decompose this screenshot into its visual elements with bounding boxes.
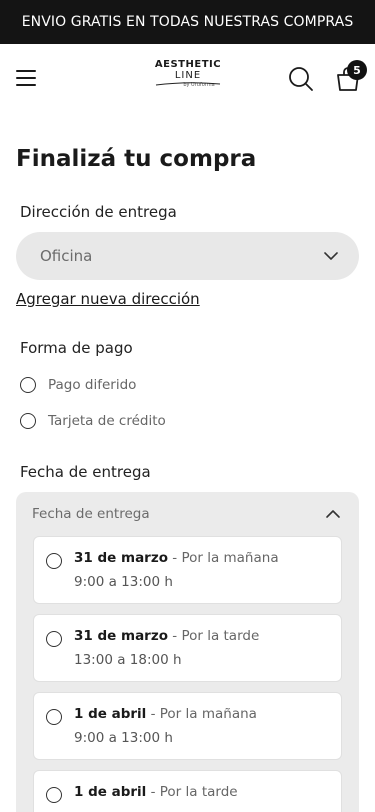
address-selected-value: Oficina — [40, 247, 93, 265]
delivery-slot[interactable]: 1 de abril - Por la tarde — [33, 770, 342, 812]
header: AESTHETIC LINE by Uruforma 5 — [0, 44, 375, 112]
delivery-slot[interactable]: 1 de abril - Por la mañana 9:00 a 13:00 … — [33, 692, 342, 760]
payment-option-deferred[interactable]: Pago diferido — [20, 377, 136, 393]
address-label: Dirección de entrega — [20, 203, 177, 221]
slot-period: - Por la mañana — [167, 550, 279, 566]
slot-title: 1 de abril - Por la tarde — [74, 784, 238, 800]
radio-button[interactable] — [46, 553, 62, 569]
slot-period: - Por la tarde — [167, 628, 260, 644]
radio-button[interactable] — [46, 787, 62, 803]
slot-period: - Por la mañana — [146, 706, 257, 722]
payment-label: Forma de pago — [20, 339, 133, 357]
chevron-down-icon — [324, 252, 338, 260]
address-select[interactable]: Oficina — [16, 232, 359, 280]
slot-hours: 9:00 a 13:00 h — [74, 574, 173, 590]
delivery-date-accordion: Fecha de entrega 31 de marzo - Por la ma… — [16, 492, 359, 812]
slot-title: 31 de marzo - Por la mañana — [74, 550, 279, 566]
promo-text: ENVIO GRATIS EN TODAS NUESTRAS COMPRAS — [21, 14, 354, 30]
slot-hours: 13:00 a 18:00 h — [74, 652, 182, 668]
delivery-slot[interactable]: 31 de marzo - Por la mañana 9:00 a 13:00… — [33, 536, 342, 604]
slot-date: 1 de abril — [74, 784, 147, 800]
slot-title: 1 de abril - Por la mañana — [74, 706, 257, 722]
radio-button[interactable] — [46, 631, 62, 647]
delivery-slot[interactable]: 31 de marzo - Por la tarde 13:00 a 18:00… — [33, 614, 342, 682]
slot-title: 31 de marzo - Por la tarde — [74, 628, 259, 644]
logo[interactable]: AESTHETIC LINE by Uruforma — [148, 60, 228, 96]
radio-button[interactable] — [20, 377, 36, 393]
slot-hours: 9:00 a 13:00 h — [74, 730, 173, 746]
accordion-title[interactable]: Fecha de entrega — [32, 506, 150, 522]
search-icon[interactable] — [288, 66, 314, 92]
slot-date: 31 de marzo — [74, 550, 168, 566]
chevron-up-icon[interactable] — [325, 508, 341, 520]
radio-button[interactable] — [46, 709, 62, 725]
payment-option-label: Tarjeta de crédito — [48, 413, 166, 429]
logo-swoosh — [155, 82, 221, 86]
slot-period: - Por la tarde — [146, 784, 238, 800]
slot-date: 31 de marzo — [74, 628, 168, 644]
radio-button[interactable] — [20, 413, 36, 429]
cart-count-badge: 5 — [347, 60, 367, 80]
slot-date: 1 de abril — [74, 706, 147, 722]
payment-option-credit-card[interactable]: Tarjeta de crédito — [20, 413, 166, 429]
delivery-date-label: Fecha de entrega — [20, 463, 151, 481]
add-address-link[interactable]: Agregar nueva dirección — [16, 290, 200, 308]
promo-bar: ENVIO GRATIS EN TODAS NUESTRAS COMPRAS — [0, 0, 375, 44]
payment-option-label: Pago diferido — [48, 377, 137, 393]
logo-line1: AESTHETIC — [154, 59, 222, 70]
menu-icon[interactable] — [16, 70, 36, 86]
page-title: Finalizá tu compra — [16, 146, 257, 172]
